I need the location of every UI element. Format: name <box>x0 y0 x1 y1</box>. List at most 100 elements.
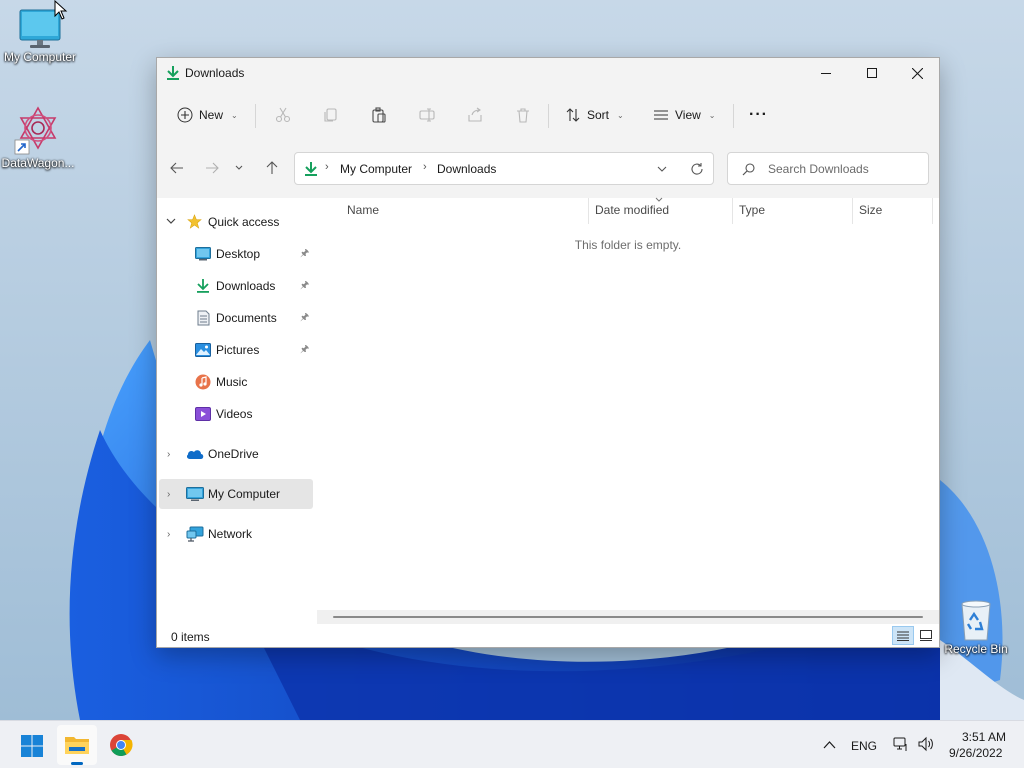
more-icon: ··· <box>749 106 768 123</box>
chevron-right-icon[interactable]: › <box>167 489 170 500</box>
show-hidden-icons-button[interactable] <box>823 740 836 749</box>
delete-button[interactable] <box>515 96 531 134</box>
taskbar: ENG 3:51 AM 9/26/2022 <box>0 720 1024 768</box>
nav-item-pictures[interactable]: Pictures 🖈 <box>157 335 315 365</box>
navigation-pane: Quick access Desktop 🖈 Downloads 🖈 Docum… <box>157 198 317 647</box>
cut-button[interactable] <box>275 96 291 134</box>
music-icon <box>195 374 211 390</box>
nav-item-downloads[interactable]: Downloads 🖈 <box>157 271 315 301</box>
network-icon <box>186 526 204 542</box>
title-bar[interactable]: Downloads <box>157 58 939 88</box>
maximize-button[interactable] <box>849 58 895 88</box>
large-icons-view-icon <box>920 630 932 641</box>
start-button[interactable] <box>12 727 52 765</box>
nav-label: Downloads <box>216 279 276 293</box>
maximize-icon <box>867 68 877 78</box>
view-list-icon <box>654 110 668 120</box>
details-view-button[interactable] <box>892 626 914 645</box>
column-divider[interactable] <box>588 198 589 224</box>
download-arrow-icon <box>167 66 179 80</box>
chevron-down-icon[interactable] <box>657 166 667 173</box>
nav-label-quick-access: Quick access <box>208 215 280 229</box>
status-bar: 0 items <box>157 624 939 647</box>
copy-button[interactable] <box>323 96 339 134</box>
share-button[interactable] <box>467 96 483 134</box>
chrome-taskbar-button[interactable] <box>101 725 141 765</box>
nav-item-network[interactable]: › Network <box>157 519 315 549</box>
horizontal-scrollbar[interactable] <box>317 610 939 624</box>
nav-item-my-computer[interactable]: › My Computer <box>159 479 313 509</box>
chevron-down-icon: ⌄ <box>231 110 238 120</box>
nav-item-quick-access[interactable]: Quick access <box>157 207 315 237</box>
close-icon <box>911 67 923 79</box>
paste-button[interactable] <box>371 96 387 134</box>
chevron-down-icon: ⌄ <box>708 110 716 120</box>
tiles-view-button[interactable] <box>916 626 936 645</box>
view-button[interactable]: View ⌄ <box>653 96 716 134</box>
chevron-right-icon[interactable]: › <box>167 529 170 540</box>
address-bar[interactable]: › My Computer › Downloads <box>294 152 714 185</box>
column-header-date-modified[interactable]: Date modified <box>595 203 669 223</box>
chevron-down-icon: ⌄ <box>617 110 624 120</box>
column-divider[interactable] <box>732 198 733 224</box>
pin-icon: 🖈 <box>300 311 310 323</box>
recycle-bin-icon <box>961 600 991 641</box>
monitor-icon <box>186 487 204 501</box>
new-button[interactable]: New ⌄ <box>177 96 238 134</box>
nav-item-desktop[interactable]: Desktop 🖈 <box>157 239 315 269</box>
breadcrumb-separator-icon: › <box>423 161 427 173</box>
paste-icon <box>372 107 386 123</box>
file-explorer-icon <box>65 737 89 754</box>
back-button[interactable] <box>165 151 189 185</box>
chevron-right-icon[interactable]: › <box>167 449 170 460</box>
arrow-right-icon <box>206 162 219 174</box>
column-divider[interactable] <box>932 198 933 224</box>
minimize-button[interactable] <box>803 58 849 88</box>
scrollbar-thumb[interactable] <box>333 616 923 618</box>
nav-item-documents[interactable]: Documents 🖈 <box>157 303 315 333</box>
network-status-icon[interactable] <box>893 736 909 752</box>
onedrive-cloud-icon <box>186 450 204 459</box>
column-header-size[interactable]: Size <box>859 203 882 223</box>
chrome-icon <box>110 734 133 756</box>
nav-item-videos[interactable]: Videos <box>157 399 315 429</box>
up-button[interactable] <box>260 151 284 185</box>
language-indicator[interactable]: ENG <box>851 739 877 753</box>
breadcrumb-downloads[interactable]: Downloads <box>437 162 496 176</box>
refresh-icon[interactable] <box>690 162 704 176</box>
nav-label: Desktop <box>216 247 261 261</box>
column-header-type[interactable]: Type <box>739 203 765 223</box>
download-arrow-icon <box>197 279 209 293</box>
active-app-indicator <box>71 762 83 765</box>
desktop-icon-label: Recycle Bin <box>944 642 1008 656</box>
nav-label: Documents <box>216 311 277 325</box>
more-options-button[interactable]: ··· <box>749 96 768 134</box>
column-divider[interactable] <box>852 198 853 224</box>
volume-icon[interactable] <box>917 736 935 752</box>
column-header-name[interactable]: Name <box>347 203 379 223</box>
file-list-pane: Name Date modified Type Size This folder… <box>317 197 939 647</box>
desktop-icon-label: DataWagon... <box>1 156 75 170</box>
window-title: Downloads <box>185 66 245 80</box>
sort-button[interactable]: Sort ⌄ <box>565 96 624 134</box>
recent-locations-button[interactable] <box>231 151 247 185</box>
desktop-icon-datawagon[interactable]: DataWagon... <box>0 104 78 170</box>
desktop-icon-my-computer[interactable]: My Computer <box>0 8 80 64</box>
toolbar-divider <box>733 104 734 128</box>
file-explorer-taskbar-button[interactable] <box>57 725 97 765</box>
view-label: View <box>675 108 701 122</box>
search-input[interactable]: Search Downloads <box>727 152 929 185</box>
forward-button[interactable] <box>200 151 224 185</box>
nav-item-music[interactable]: Music <box>157 367 315 397</box>
rename-button[interactable] <box>419 96 435 134</box>
desktop-icon-recycle-bin[interactable]: Recycle Bin <box>936 598 1016 656</box>
pin-icon: 🖈 <box>300 247 310 259</box>
cut-icon <box>275 107 291 123</box>
chevron-down-icon <box>235 165 243 170</box>
breadcrumb-my-computer[interactable]: My Computer <box>340 162 412 176</box>
videos-icon <box>195 407 211 421</box>
close-button[interactable] <box>894 58 940 88</box>
nav-item-onedrive[interactable]: › OneDrive <box>157 439 315 469</box>
clock-time[interactable]: 3:51 AM <box>962 730 1006 744</box>
clock-date[interactable]: 9/26/2022 <box>949 746 1002 760</box>
